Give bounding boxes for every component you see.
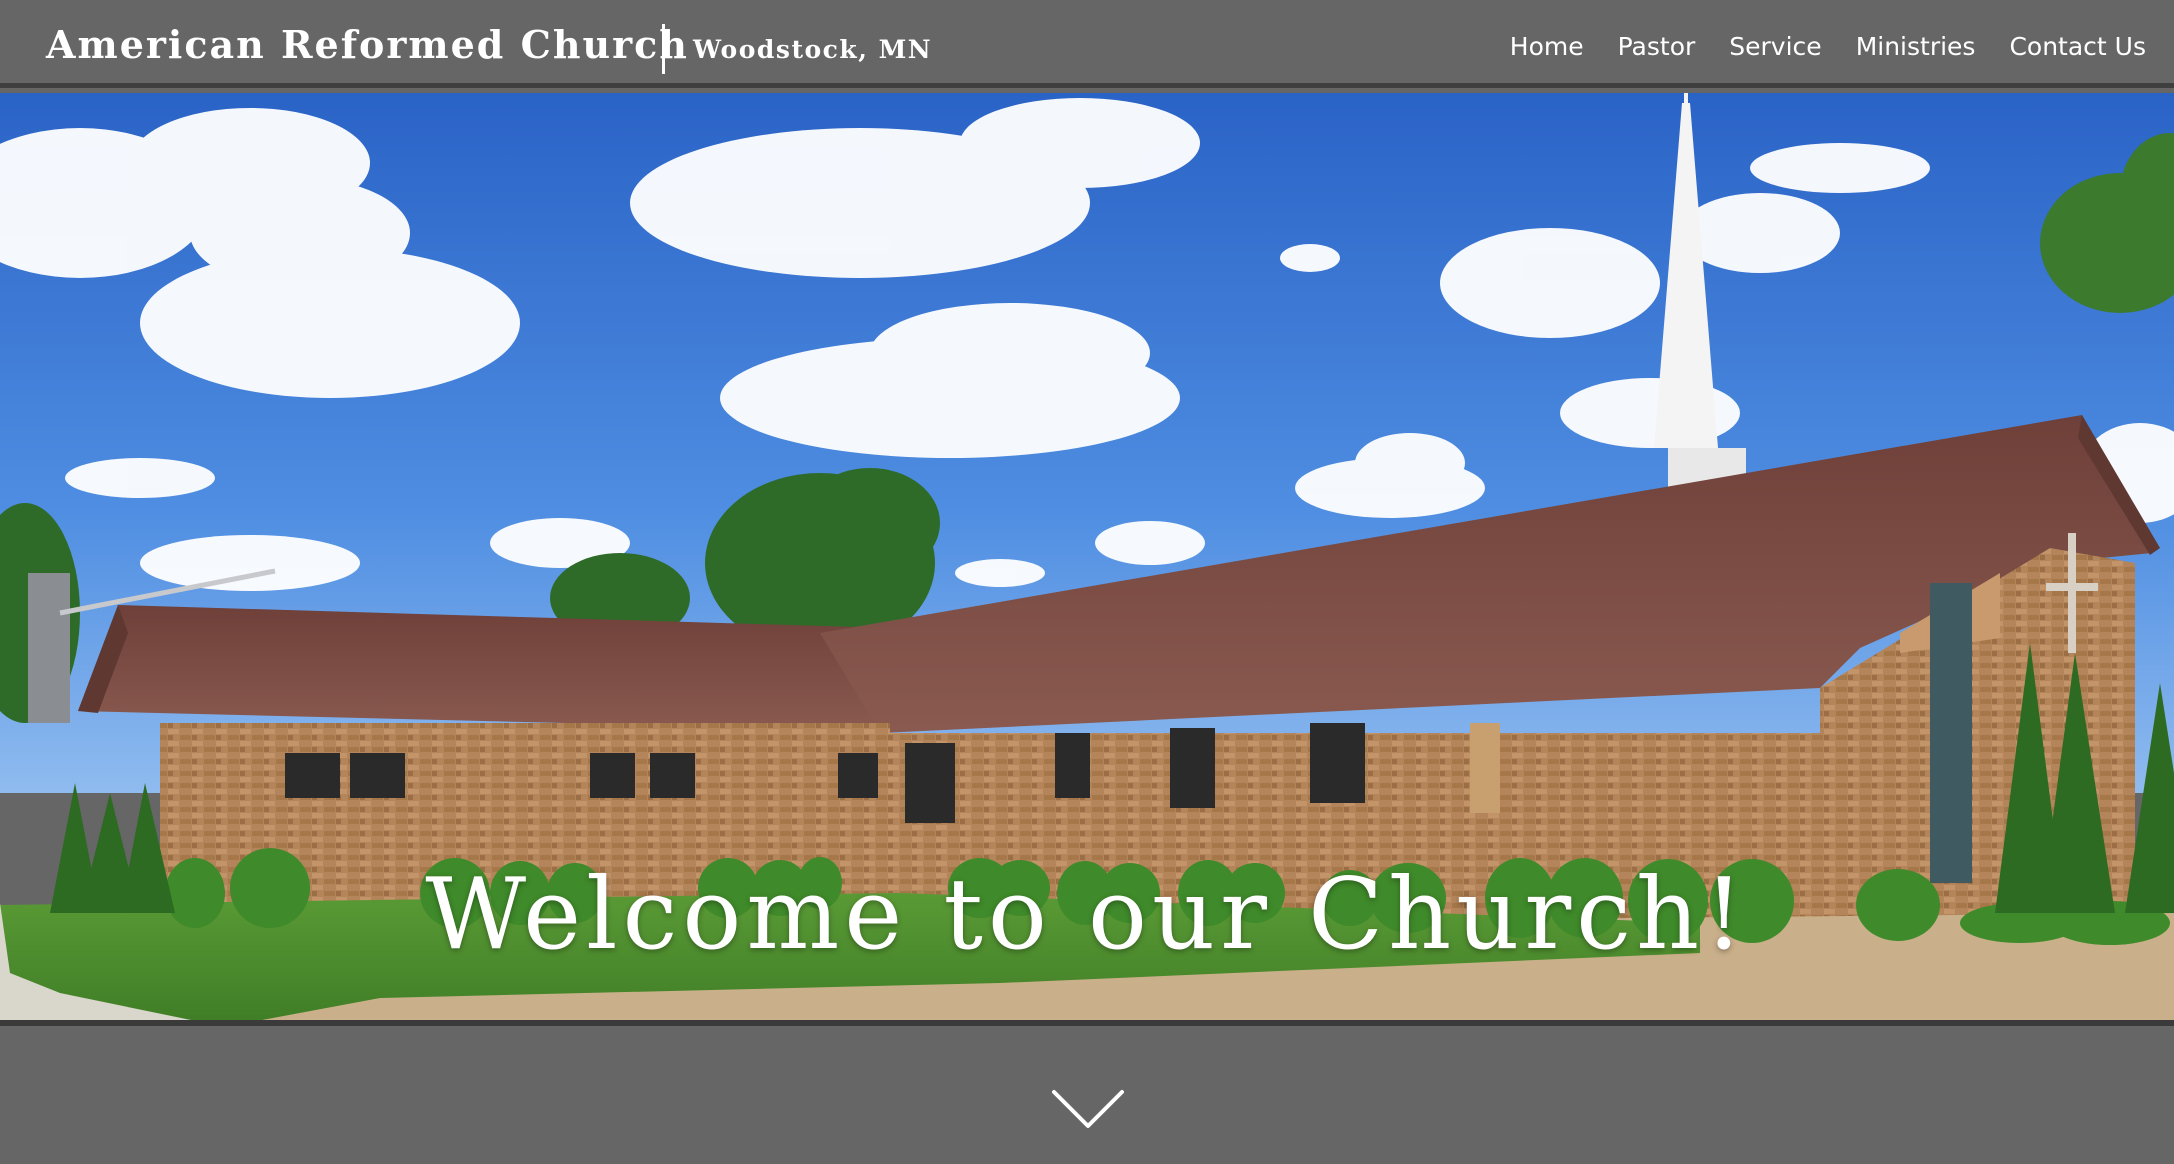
nav-service[interactable]: Service [1729,32,1821,61]
nav-ministries[interactable]: Ministries [1856,32,1976,61]
site-location: Woodstock, MN [693,35,933,64]
nav-pastor[interactable]: Pastor [1618,32,1696,61]
hero-headline: Welcome to our Church! [425,858,1749,972]
hero-banner: Welcome to our Church! [0,93,2174,1026]
site-title[interactable]: American Reformed Church [46,22,689,67]
main-nav: Home Pastor Service Ministries Contact U… [1510,32,2146,61]
title-divider [662,24,665,74]
nav-home[interactable]: Home [1510,32,1584,61]
nav-contact-us[interactable]: Contact Us [2009,32,2146,61]
top-navigation-bar: American Reformed Church Woodstock, MN H… [0,0,2174,88]
chevron-down-icon[interactable] [1050,1088,1126,1132]
